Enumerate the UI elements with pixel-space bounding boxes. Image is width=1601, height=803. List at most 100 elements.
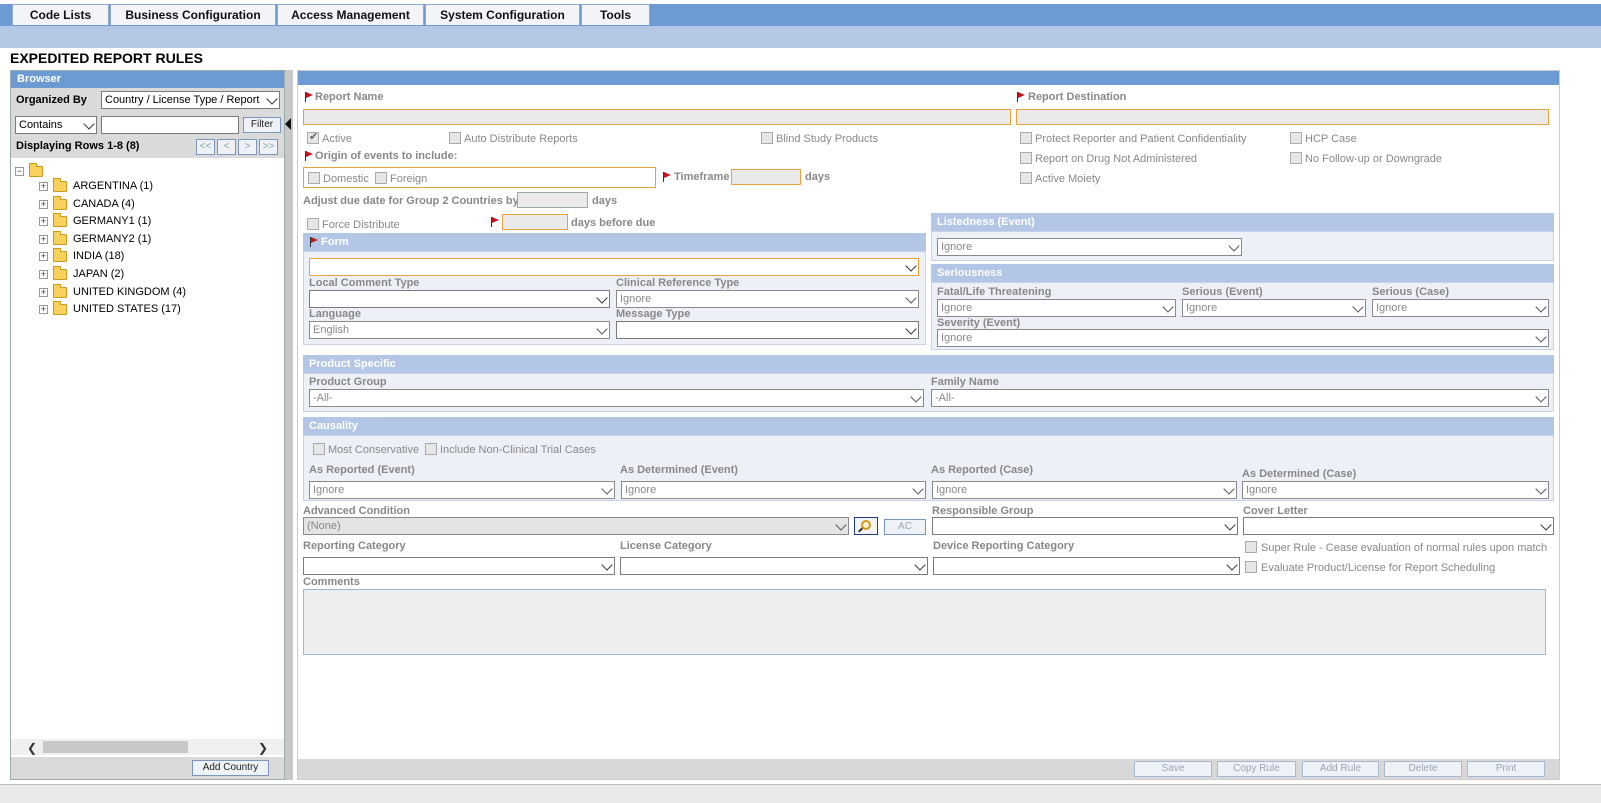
- organized-by-row: Organized By Country / License Type / Re…: [11, 88, 284, 114]
- timeframe-input[interactable]: [731, 169, 801, 185]
- collapse-panel-icon[interactable]: [285, 118, 291, 130]
- license-category-select[interactable]: [620, 557, 928, 575]
- device-reporting-category-select[interactable]: [933, 557, 1240, 575]
- cover-letter-select[interactable]: [1243, 517, 1554, 535]
- advanced-condition-select[interactable]: (None): [303, 517, 849, 535]
- adjust-days-input[interactable]: [517, 192, 588, 208]
- local-comment-type-select[interactable]: [309, 290, 610, 308]
- tree-root[interactable]: −: [15, 163, 45, 180]
- pager-prev-button[interactable]: <: [217, 139, 236, 155]
- form-select[interactable]: [309, 258, 919, 276]
- foreign-checkbox[interactable]: [375, 172, 387, 184]
- menu-code-lists[interactable]: Code Lists: [12, 4, 109, 25]
- scroll-left-icon[interactable]: ❮: [27, 741, 37, 755]
- serious-event-label: Serious (Event): [1182, 286, 1263, 298]
- expand-icon[interactable]: +: [39, 288, 48, 297]
- reporting-category-label: Reporting Category: [303, 540, 406, 552]
- most-conservative-checkbox[interactable]: [313, 443, 325, 455]
- copy-rule-button[interactable]: Copy Rule: [1217, 761, 1296, 777]
- active-checkbox[interactable]: [307, 130, 319, 144]
- severity-select[interactable]: Ignore: [937, 329, 1549, 347]
- report-on-drug-checkbox[interactable]: [1020, 152, 1032, 164]
- ac-button[interactable]: AC: [884, 519, 926, 535]
- expand-icon[interactable]: +: [39, 252, 48, 261]
- auto-distribute-checkbox[interactable]: [449, 132, 461, 144]
- folder-icon: [53, 301, 67, 315]
- force-distribute-checkbox[interactable]: [307, 218, 319, 230]
- responsible-group-select[interactable]: [932, 517, 1238, 535]
- blind-study-checkbox[interactable]: [761, 132, 773, 144]
- menu-access-management[interactable]: Access Management: [277, 4, 424, 25]
- serious-event-select[interactable]: Ignore: [1182, 299, 1366, 317]
- menu-business-configuration[interactable]: Business Configuration: [110, 4, 276, 25]
- scroll-right-icon[interactable]: ❯: [258, 741, 268, 755]
- hcp-case-checkbox[interactable]: [1290, 132, 1302, 144]
- active-moiety-checkbox[interactable]: [1020, 172, 1032, 184]
- language-select[interactable]: English: [309, 321, 610, 339]
- delete-button[interactable]: Delete: [1384, 761, 1462, 777]
- tree-item-label: UNITED STATES (17): [73, 303, 181, 315]
- blind-study-label: Blind Study Products: [776, 133, 879, 145]
- include-non-clinical-checkbox[interactable]: [425, 443, 437, 455]
- displaying-row: Displaying Rows 1-8 (8) << < > >>: [11, 136, 284, 158]
- filter-input[interactable]: [101, 116, 239, 134]
- expand-icon[interactable]: +: [39, 270, 48, 279]
- serious-case-select[interactable]: Ignore: [1372, 299, 1549, 317]
- scrollbar-thumb[interactable]: [43, 741, 188, 753]
- add-country-button[interactable]: Add Country: [192, 760, 269, 776]
- collapse-icon[interactable]: −: [15, 167, 24, 176]
- chevron-down-icon: [905, 323, 917, 335]
- family-name-select[interactable]: -All-: [931, 389, 1549, 407]
- report-destination-input[interactable]: [1016, 109, 1549, 125]
- clinical-reference-type-select[interactable]: Ignore: [616, 290, 919, 308]
- menu-tools[interactable]: Tools: [581, 4, 650, 25]
- required-flag-icon: [662, 172, 671, 182]
- evaluate-product-checkbox[interactable]: [1245, 561, 1257, 573]
- expand-icon[interactable]: +: [39, 200, 48, 209]
- as-reported-case-select[interactable]: Ignore: [932, 481, 1237, 499]
- as-reported-event-select[interactable]: Ignore: [309, 481, 615, 499]
- as-determined-event-select[interactable]: Ignore: [621, 481, 926, 499]
- organized-by-select[interactable]: Country / License Type / Report: [101, 91, 280, 109]
- filter-button[interactable]: Filter: [243, 117, 281, 133]
- force-distribute-label: Force Distribute: [322, 219, 400, 231]
- required-flag-icon: [309, 237, 318, 247]
- clinical-reference-type-label: Clinical Reference Type: [616, 277, 740, 289]
- pager-next-button[interactable]: >: [238, 139, 257, 155]
- report-name-input[interactable]: [303, 109, 1011, 125]
- expand-icon[interactable]: +: [39, 217, 48, 226]
- no-followup-checkbox[interactable]: [1290, 152, 1302, 164]
- chevron-down-icon: [914, 559, 926, 571]
- days-before-due-input[interactable]: [502, 214, 568, 230]
- message-type-select[interactable]: [616, 321, 919, 339]
- search-button[interactable]: [854, 517, 878, 535]
- listedness-select[interactable]: Ignore: [937, 238, 1242, 256]
- product-group-select[interactable]: -All-: [309, 389, 924, 407]
- splitter[interactable]: [285, 70, 293, 780]
- pager-last-button[interactable]: >>: [259, 139, 278, 155]
- as-reported-event-label: As Reported (Event): [309, 464, 415, 476]
- as-determined-case-select[interactable]: Ignore: [1242, 481, 1549, 499]
- super-rule-checkbox[interactable]: [1245, 541, 1257, 553]
- add-rule-button[interactable]: Add Rule: [1302, 761, 1379, 777]
- expand-icon[interactable]: +: [39, 182, 48, 191]
- protect-confidentiality-checkbox[interactable]: [1020, 132, 1032, 144]
- pager-first-button[interactable]: <<: [196, 139, 215, 155]
- filter-mode-value: Contains: [19, 119, 63, 131]
- comments-textarea[interactable]: [303, 589, 1546, 655]
- required-flag-icon: [490, 217, 499, 227]
- reporting-category-select[interactable]: [303, 557, 615, 575]
- expand-icon[interactable]: +: [39, 305, 48, 314]
- menu-system-configuration[interactable]: System Configuration: [425, 4, 580, 25]
- save-button[interactable]: Save: [1134, 761, 1212, 777]
- chevron-down-icon: [910, 391, 922, 403]
- print-button[interactable]: Print: [1467, 761, 1545, 777]
- filter-mode-select[interactable]: Contains: [15, 116, 97, 134]
- expand-icon[interactable]: +: [39, 235, 48, 244]
- required-flag-icon: [304, 92, 313, 102]
- horizontal-scrollbar[interactable]: ❮ ❯: [11, 739, 284, 755]
- domestic-checkbox[interactable]: [308, 172, 320, 184]
- fatal-select[interactable]: Ignore: [937, 299, 1176, 317]
- days-before-due-label: days before due: [571, 217, 656, 229]
- tree-item-label: GERMANY2 (1): [73, 233, 152, 245]
